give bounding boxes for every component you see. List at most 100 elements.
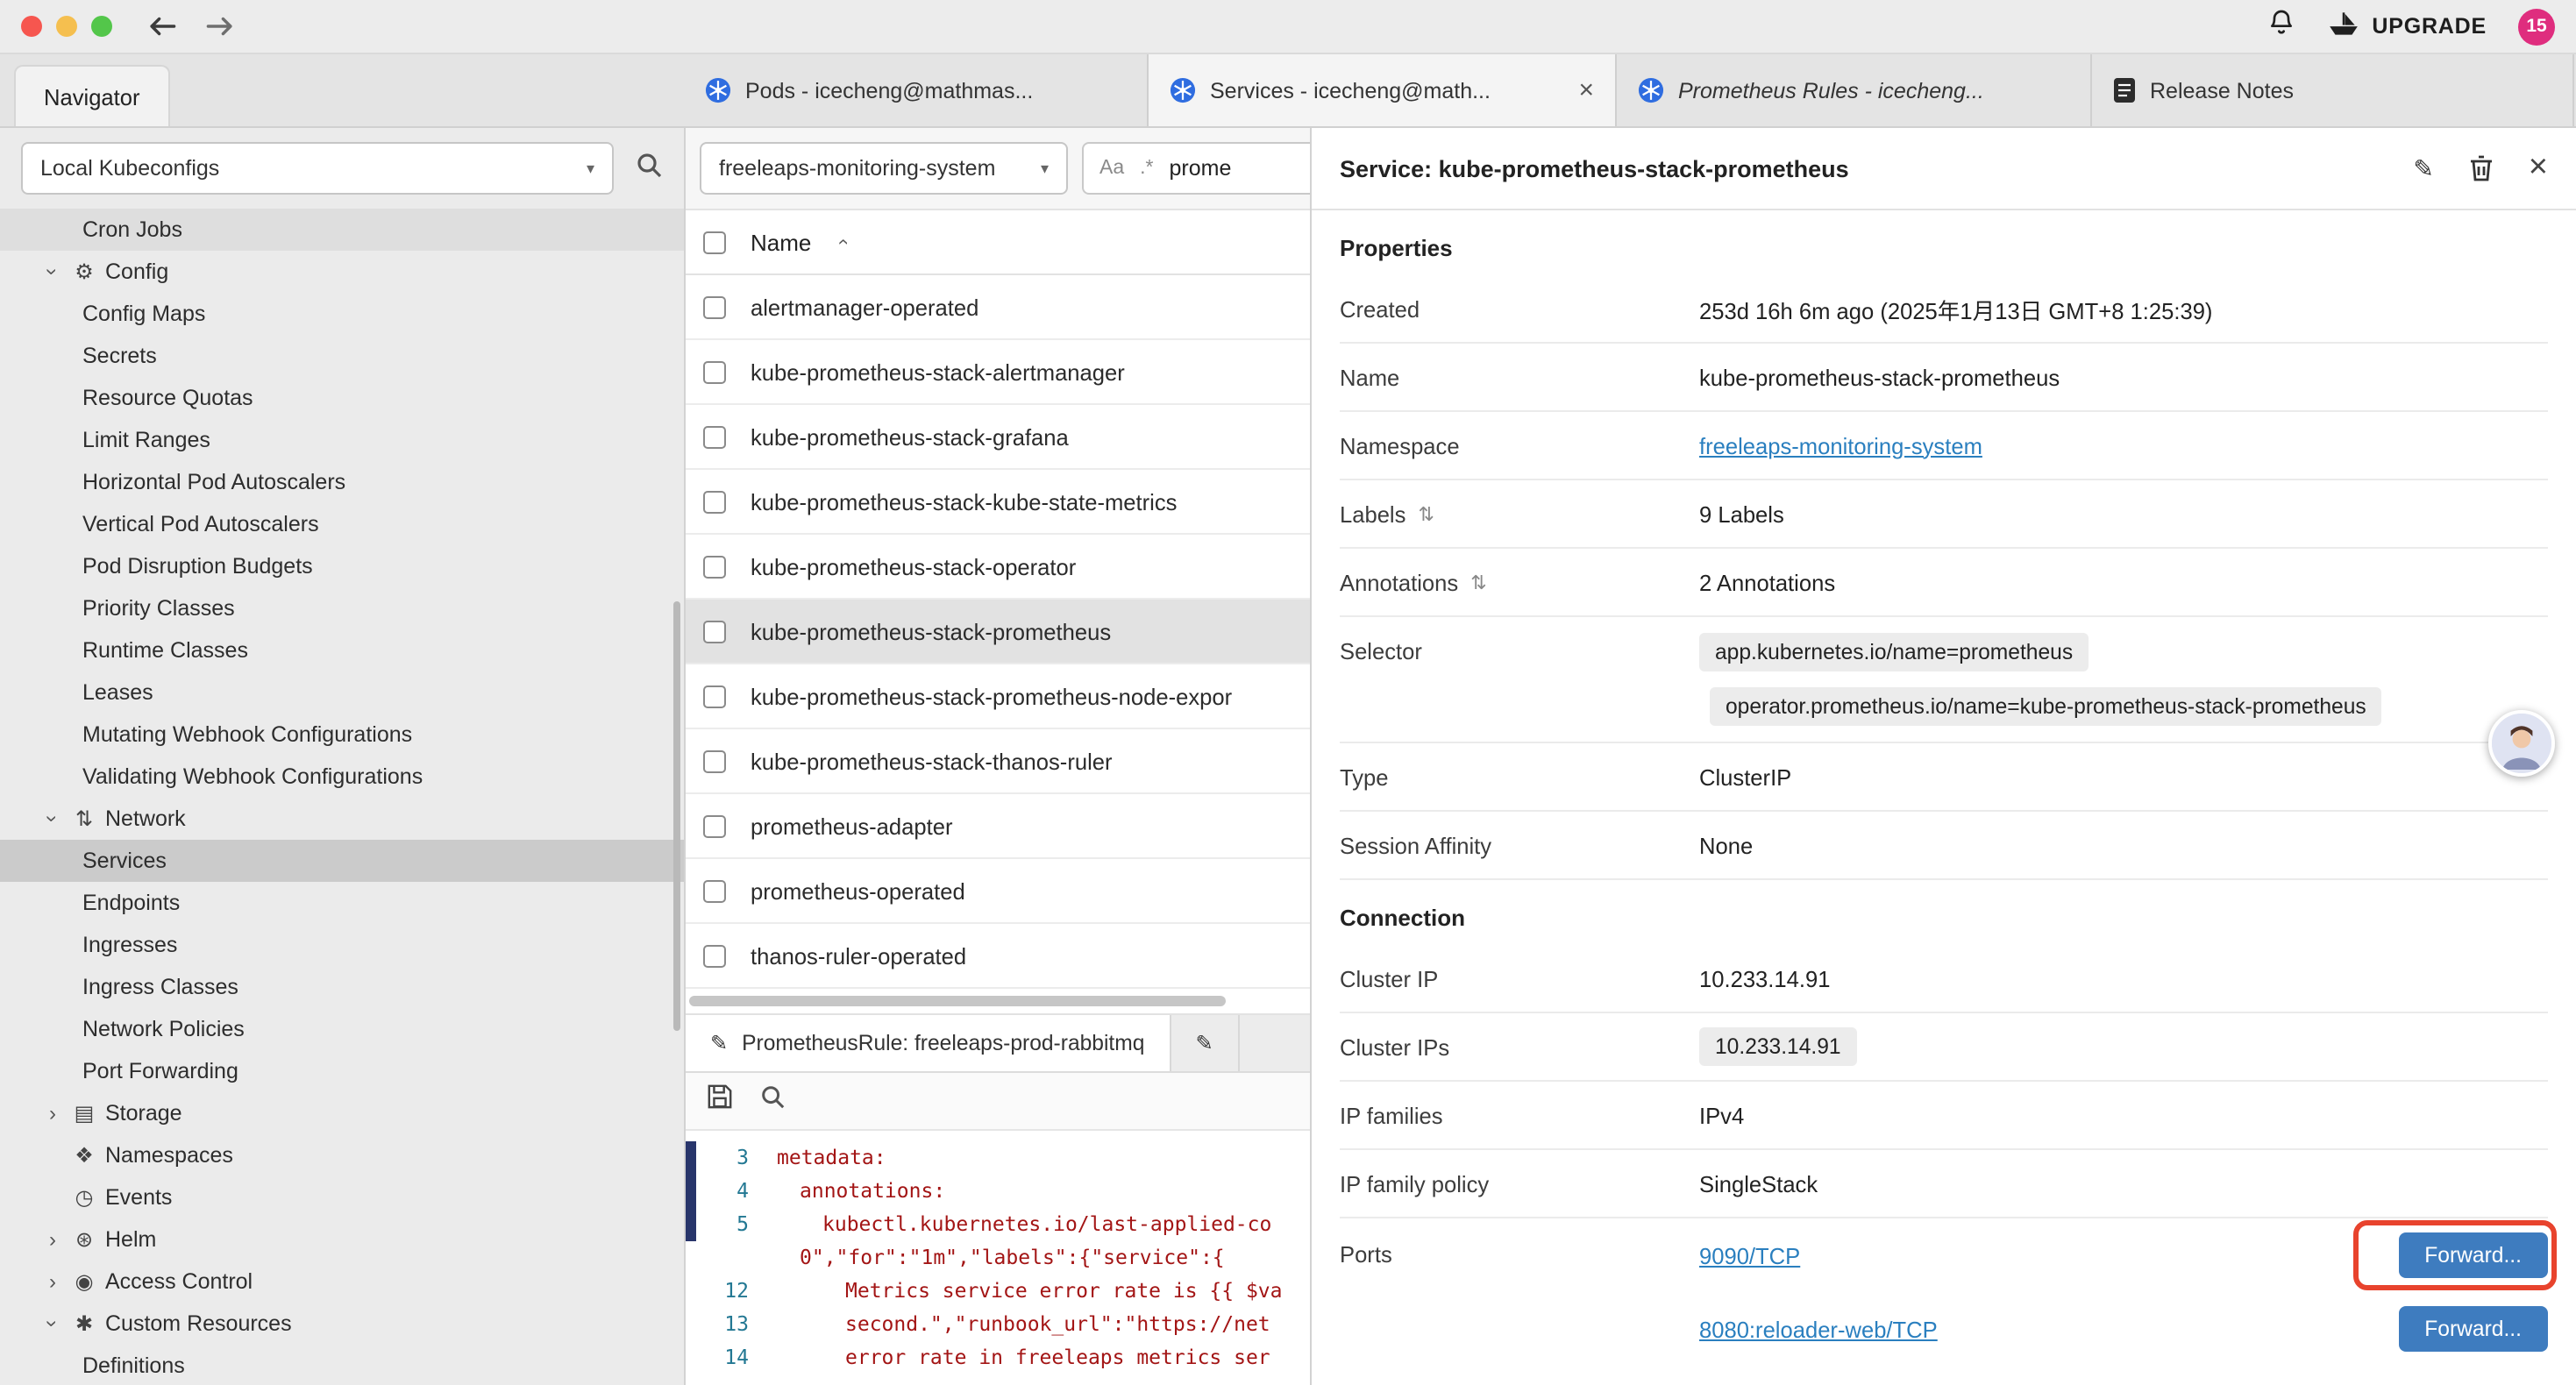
chevron-down-icon[interactable]: › bbox=[40, 1310, 65, 1338]
code-text: kubectl.kubernetes.io/last-applied-co bbox=[777, 1208, 1271, 1241]
chevron-right-icon[interactable]: › bbox=[39, 1101, 67, 1126]
zoom-window-button[interactable] bbox=[91, 16, 112, 37]
editor-tab-partial[interactable]: ✎ bbox=[1171, 1015, 1239, 1071]
chevron-right-icon[interactable]: › bbox=[39, 1227, 67, 1252]
user-avatar[interactable] bbox=[2488, 710, 2555, 777]
sidebar-item-horizontal-pod-autoscalers[interactable]: Horizontal Pod Autoscalers bbox=[0, 461, 684, 503]
sidebar-item-definitions[interactable]: Definitions bbox=[0, 1345, 684, 1385]
sidebar-item-config-maps[interactable]: Config Maps bbox=[0, 293, 684, 335]
regex-toggle[interactable]: .* bbox=[1140, 158, 1153, 179]
close-window-button[interactable] bbox=[21, 16, 42, 37]
sidebar-item-ingresses[interactable]: Ingresses bbox=[0, 924, 684, 966]
sidebar-item-limit-ranges[interactable]: Limit Ranges bbox=[0, 419, 684, 461]
forward-button-nav[interactable] bbox=[205, 14, 235, 39]
row-checkbox[interactable] bbox=[703, 944, 726, 967]
close-tab-icon[interactable]: × bbox=[1568, 75, 1594, 105]
notifications-bell-icon[interactable] bbox=[2266, 7, 2295, 46]
row-checkbox[interactable] bbox=[703, 555, 726, 578]
row-checkbox[interactable] bbox=[703, 425, 726, 448]
sidebar-item-priority-classes[interactable]: Priority Classes bbox=[0, 587, 684, 629]
service-row-kube-prometheus-stack-operator[interactable]: kube-prometheus-stack-operator bbox=[686, 535, 1310, 600]
sidebar-item-validating-webhook-configurations[interactable]: Validating Webhook Configurations bbox=[0, 756, 684, 798]
chevron-right-icon[interactable]: › bbox=[39, 1269, 67, 1294]
service-search-input[interactable]: Aa .* prome bbox=[1082, 142, 1312, 195]
sidebar-item-custom-resources[interactable]: ›✱Custom Resources bbox=[0, 1303, 684, 1345]
editor-search-icon[interactable] bbox=[759, 1083, 786, 1119]
trash-icon[interactable] bbox=[2469, 154, 2494, 182]
chevron-down-icon[interactable]: › bbox=[40, 805, 65, 833]
namespace-select[interactable]: freeleaps-monitoring-system ▾ bbox=[700, 142, 1068, 195]
service-row-thanos-ruler-operated[interactable]: thanos-ruler-operated bbox=[686, 924, 1310, 989]
sidebar-item-namespaces[interactable]: ❖Namespaces bbox=[0, 1134, 684, 1176]
editor-tab-prometheusrule[interactable]: ✎ PrometheusRule: freeleaps-prod-rabbitm… bbox=[686, 1015, 1171, 1071]
notification-count-badge[interactable]: 15 bbox=[2518, 8, 2555, 45]
app-tab-release-notes[interactable]: Release Notes bbox=[2092, 54, 2574, 126]
service-row-kube-prometheus-stack-grafana[interactable]: kube-prometheus-stack-grafana bbox=[686, 405, 1310, 470]
select-all-checkbox[interactable] bbox=[703, 231, 726, 253]
service-row-kube-prometheus-stack-prometheus[interactable]: kube-prometheus-stack-prometheus bbox=[686, 600, 1310, 664]
sidebar-item-endpoints[interactable]: Endpoints bbox=[0, 882, 684, 924]
sidebar-scrollbar[interactable] bbox=[673, 601, 680, 1031]
service-row-kube-prometheus-stack-prometheus-node-expor[interactable]: kube-prometheus-stack-prometheus-node-ex… bbox=[686, 664, 1310, 729]
expand-collapse-icon[interactable]: ⇅ bbox=[1418, 502, 1434, 525]
sidebar-item-access-control[interactable]: ›◉Access Control bbox=[0, 1261, 684, 1303]
sidebar-search-icon[interactable] bbox=[635, 150, 663, 187]
close-icon[interactable]: × bbox=[2529, 149, 2548, 188]
scrollbar-thumb[interactable] bbox=[689, 996, 1226, 1006]
sidebar-item-services[interactable]: Services bbox=[0, 840, 684, 882]
row-checkbox[interactable] bbox=[703, 620, 726, 643]
service-row-kube-prometheus-stack-alertmanager[interactable]: kube-prometheus-stack-alertmanager bbox=[686, 340, 1310, 405]
service-row-kube-prometheus-stack-thanos-ruler[interactable]: kube-prometheus-stack-thanos-ruler bbox=[686, 729, 1310, 794]
sort-ascending-icon[interactable]: › bbox=[832, 238, 853, 245]
row-checkbox[interactable] bbox=[703, 360, 726, 383]
minimize-window-button[interactable] bbox=[56, 16, 77, 37]
sidebar-item-leases[interactable]: Leases bbox=[0, 671, 684, 714]
forward-button[interactable]: Forward... bbox=[2398, 1306, 2548, 1352]
sidebar-item-port-forwarding[interactable]: Port Forwarding bbox=[0, 1050, 684, 1092]
service-row-prometheus-adapter[interactable]: prometheus-adapter bbox=[686, 794, 1310, 859]
column-header-name[interactable]: Name bbox=[751, 229, 811, 255]
ports-list: 9090/TCP Forward... 8080:reloader-web/TC… bbox=[1699, 1218, 2548, 1366]
yaml-editor[interactable]: 3metadata:4annotations:5kubectl.kubernet… bbox=[686, 1131, 1310, 1385]
sidebar-item-vertical-pod-autoscalers[interactable]: Vertical Pod Autoscalers bbox=[0, 503, 684, 545]
back-button[interactable] bbox=[147, 14, 177, 39]
sidebar-item-helm[interactable]: ›⊛Helm bbox=[0, 1218, 684, 1261]
forward-button[interactable]: Forward... bbox=[2398, 1232, 2548, 1278]
app-tab-prometheus-rules-icecheng[interactable]: Prometheus Rules - icecheng... bbox=[1617, 54, 2092, 126]
save-icon[interactable] bbox=[707, 1083, 733, 1119]
sidebar-item-config[interactable]: ›⚙Config bbox=[0, 251, 684, 293]
sidebar-item-events[interactable]: ◷Events bbox=[0, 1176, 684, 1218]
sidebar-item-cron-jobs[interactable]: Cron Jobs bbox=[0, 209, 684, 251]
sidebar-item-runtime-classes[interactable]: Runtime Classes bbox=[0, 629, 684, 671]
row-checkbox[interactable] bbox=[703, 749, 726, 772]
kubeconfig-select[interactable]: Local Kubeconfigs ▾ bbox=[21, 142, 614, 195]
match-case-toggle[interactable]: Aa bbox=[1099, 158, 1124, 179]
edit-icon[interactable]: ✎ bbox=[2413, 153, 2433, 183]
sidebar-item-secrets[interactable]: Secrets bbox=[0, 335, 684, 377]
service-row-kube-prometheus-stack-kube-state-metrics[interactable]: kube-prometheus-stack-kube-state-metrics bbox=[686, 470, 1310, 535]
namespace-link[interactable]: freeleaps-monitoring-system bbox=[1699, 432, 1982, 458]
sidebar-item-ingress-classes[interactable]: Ingress Classes bbox=[0, 966, 684, 1008]
row-checkbox[interactable] bbox=[703, 814, 726, 837]
expand-collapse-icon[interactable]: ⇅ bbox=[1470, 571, 1486, 593]
service-row-alertmanager-operated[interactable]: alertmanager-operated bbox=[686, 275, 1310, 340]
port-link-9090[interactable]: 9090/TCP bbox=[1699, 1242, 1800, 1268]
sidebar-item-storage[interactable]: ›▤Storage bbox=[0, 1092, 684, 1134]
row-checkbox[interactable] bbox=[703, 295, 726, 318]
service-row-prometheus-operated[interactable]: prometheus-operated bbox=[686, 859, 1310, 924]
sidebar-item-network-policies[interactable]: Network Policies bbox=[0, 1008, 684, 1050]
sidebar-item-pod-disruption-budgets[interactable]: Pod Disruption Budgets bbox=[0, 545, 684, 587]
port-link-8080[interactable]: 8080:reloader-web/TCP bbox=[1699, 1316, 1938, 1342]
upgrade-button[interactable]: UPGRADE bbox=[2326, 11, 2487, 42]
row-checkbox[interactable] bbox=[703, 490, 726, 513]
row-checkbox[interactable] bbox=[703, 879, 726, 902]
sidebar-item-mutating-webhook-configurations[interactable]: Mutating Webhook Configurations bbox=[0, 714, 684, 756]
chevron-down-icon[interactable]: › bbox=[40, 258, 65, 286]
app-tab-pods-icecheng-mathmas[interactable]: Pods - icecheng@mathmas... bbox=[684, 54, 1149, 126]
sidebar-item-network[interactable]: ›⇅Network bbox=[0, 798, 684, 840]
row-checkbox[interactable] bbox=[703, 685, 726, 707]
sidebar-item-resource-quotas[interactable]: Resource Quotas bbox=[0, 377, 684, 419]
app-tab-services-icecheng-math[interactable]: Services - icecheng@math...× bbox=[1149, 54, 1617, 126]
horizontal-scrollbar[interactable] bbox=[686, 989, 1310, 1015]
navigator-tab[interactable]: Navigator bbox=[14, 65, 170, 126]
